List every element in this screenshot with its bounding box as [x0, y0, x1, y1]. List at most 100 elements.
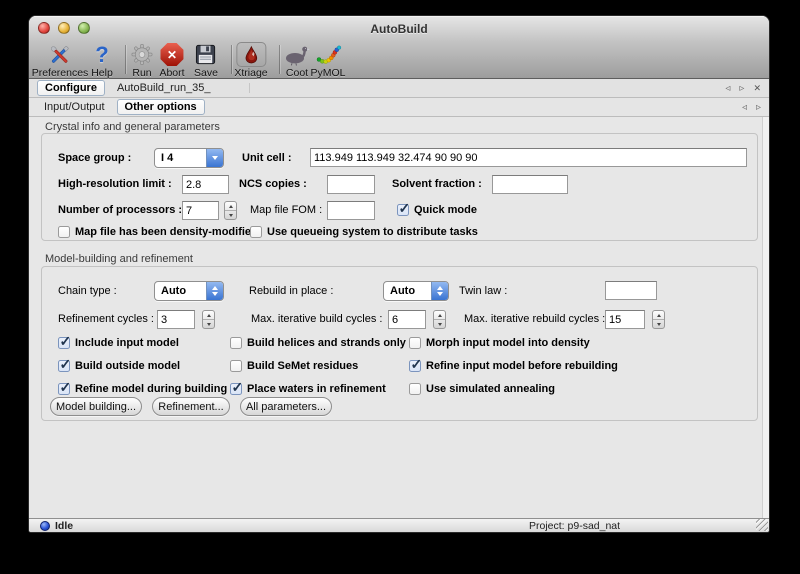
map-fom-input[interactable] [327, 201, 375, 220]
place-waters-checkbox[interactable]: Place waters in refinement [230, 381, 386, 396]
status-text: Idle [55, 519, 73, 533]
model-groupbox: Chain type : Auto Rebuild in place : Aut… [41, 266, 758, 421]
toolbar-button-pymol[interactable]: PyMOL [310, 42, 345, 79]
max-rebuild-cycles-label: Max. iterative rebuild cycles : [464, 313, 605, 325]
crystal-groupbox: Space group : I 4 Unit cell : High-resol… [41, 133, 758, 241]
build-outside-model-checkbox[interactable]: Build outside model [58, 358, 180, 373]
tab-other-options[interactable]: Other options [117, 99, 205, 115]
scrollbar-track [762, 117, 769, 518]
checkbox-label: Quick mode [414, 204, 477, 216]
refinement-button[interactable]: Refinement... [152, 397, 230, 416]
high-resolution-input[interactable] [182, 175, 229, 194]
refinement-cycles-input[interactable] [157, 310, 195, 329]
stepper-up-icon[interactable] [225, 202, 236, 211]
toolbar-button-help[interactable]: ? Help [91, 42, 113, 79]
sub-tab-bar: Input/Output Other options [29, 98, 769, 117]
morph-input-model-checkbox[interactable]: Morph input model into density [409, 335, 590, 350]
toolbar-label: PyMOL [310, 67, 345, 79]
include-input-model-checkbox[interactable]: Include input model [58, 335, 179, 350]
toolbar-label: Xtriage [234, 67, 267, 79]
tab-prev-icon[interactable] [725, 84, 730, 94]
toolbar-button-save[interactable]: Save [194, 42, 218, 79]
ncs-copies-input[interactable] [327, 175, 375, 194]
max-rebuild-cycles-input[interactable] [605, 310, 645, 329]
toolbar-label: Preferences [32, 67, 89, 79]
checkbox-icon [230, 360, 242, 372]
stepper-down-icon[interactable] [653, 320, 664, 328]
rebuild-in-place-label: Rebuild in place : [249, 285, 333, 297]
toolbar-label: Abort [159, 67, 184, 79]
stepper-up-icon[interactable] [203, 311, 214, 320]
status-indicator-icon [40, 521, 50, 531]
nproc-input[interactable] [182, 201, 219, 220]
rebuild-in-place-value: Auto [384, 282, 431, 300]
stepper-up-icon[interactable] [653, 311, 664, 320]
popup-arrows-icon [206, 282, 223, 300]
nproc-stepper[interactable] [224, 201, 237, 220]
all-parameters-button[interactable]: All parameters... [240, 397, 332, 416]
unit-cell-input[interactable] [310, 148, 747, 167]
model-building-button[interactable]: Model building... [50, 397, 142, 416]
chain-type-label: Chain type : [58, 285, 117, 297]
checkbox-icon [58, 226, 70, 238]
nproc-label: Number of processors : [58, 204, 182, 216]
toolbar-separator [125, 45, 126, 74]
project-label: Project: p9-sad_nat [529, 519, 620, 533]
stepper-down-icon[interactable] [434, 320, 445, 328]
checkbox-label: Build helices and strands only [247, 337, 406, 349]
max-build-cycles-label: Max. iterative build cycles : [251, 313, 382, 325]
refine-during-building-checkbox[interactable]: Refine model during building [58, 381, 227, 396]
help-icon: ? [95, 42, 108, 67]
model-group-title: Model-building and refinement [45, 253, 193, 265]
max-build-cycles-input[interactable] [388, 310, 426, 329]
tab-close-icon[interactable] [753, 84, 761, 94]
titlebar[interactable]: AutoBuild [29, 16, 769, 41]
options-panel: Crystal info and general parameters Spac… [29, 117, 769, 518]
twin-law-input[interactable] [605, 281, 657, 300]
checkbox-icon [58, 360, 70, 372]
checkbox-label: Build outside model [75, 360, 180, 372]
queueing-checkbox[interactable]: Use queueing system to distribute tasks [250, 224, 478, 239]
tab-next-icon[interactable] [739, 84, 744, 94]
crystal-group-title: Crystal info and general parameters [45, 121, 220, 133]
build-semet-residues-checkbox[interactable]: Build SeMet residues [230, 358, 358, 373]
tab-autobuild-run-35[interactable]: AutoBuild_run_35_ [110, 81, 218, 95]
tab-input-output[interactable]: Input/Output [37, 100, 112, 114]
toolbar-button-abort[interactable]: Abort [159, 42, 184, 79]
stepper-down-icon[interactable] [203, 320, 214, 328]
status-bar: Idle Project: p9-sad_nat [29, 518, 769, 532]
resize-grip-icon[interactable] [756, 519, 768, 531]
build-helices-strands-checkbox[interactable]: Build helices and strands only [230, 335, 406, 350]
high-resolution-label: High-resolution limit : [58, 178, 172, 190]
checkbox-icon [409, 360, 421, 372]
sub-tab-prev-icon[interactable] [742, 103, 747, 113]
sub-tab-next-icon[interactable] [756, 103, 761, 113]
max-build-cycles-stepper[interactable] [433, 310, 446, 329]
tab-configure[interactable]: Configure [37, 80, 105, 96]
checkbox-icon [58, 383, 70, 395]
checkbox-icon [230, 383, 242, 395]
toolbar-button-run[interactable]: Run [131, 42, 154, 79]
toolbar-button-xtriage[interactable]: Xtriage [234, 42, 267, 79]
toolbar: Preferences ? Help [29, 41, 769, 79]
gear-run-icon [131, 42, 154, 67]
tab-bar-divider [249, 83, 250, 93]
simulated-annealing-checkbox[interactable]: Use simulated annealing [409, 381, 555, 396]
sub-tab-nav-controls [742, 98, 761, 117]
refine-input-model-checkbox[interactable]: Refine input model before rebuilding [409, 358, 618, 373]
space-group-value: I 4 [155, 149, 206, 167]
stepper-down-icon[interactable] [225, 211, 236, 219]
refinement-cycles-stepper[interactable] [202, 310, 215, 329]
solvent-fraction-input[interactable] [492, 175, 568, 194]
stepper-up-icon[interactable] [434, 311, 445, 320]
space-group-select[interactable]: I 4 [154, 148, 224, 168]
rebuild-in-place-select[interactable]: Auto [383, 281, 449, 301]
xtriage-droplet-icon [236, 42, 266, 67]
chain-type-select[interactable]: Auto [154, 281, 224, 301]
toolbar-button-coot[interactable]: Coot [284, 42, 310, 79]
max-rebuild-cycles-stepper[interactable] [652, 310, 665, 329]
window-title: AutoBuild [29, 16, 769, 41]
density-modified-checkbox[interactable]: Map file has been density-modified [58, 224, 258, 239]
toolbar-button-preferences[interactable]: Preferences [32, 42, 89, 79]
quick-mode-checkbox[interactable]: Quick mode [397, 202, 477, 217]
